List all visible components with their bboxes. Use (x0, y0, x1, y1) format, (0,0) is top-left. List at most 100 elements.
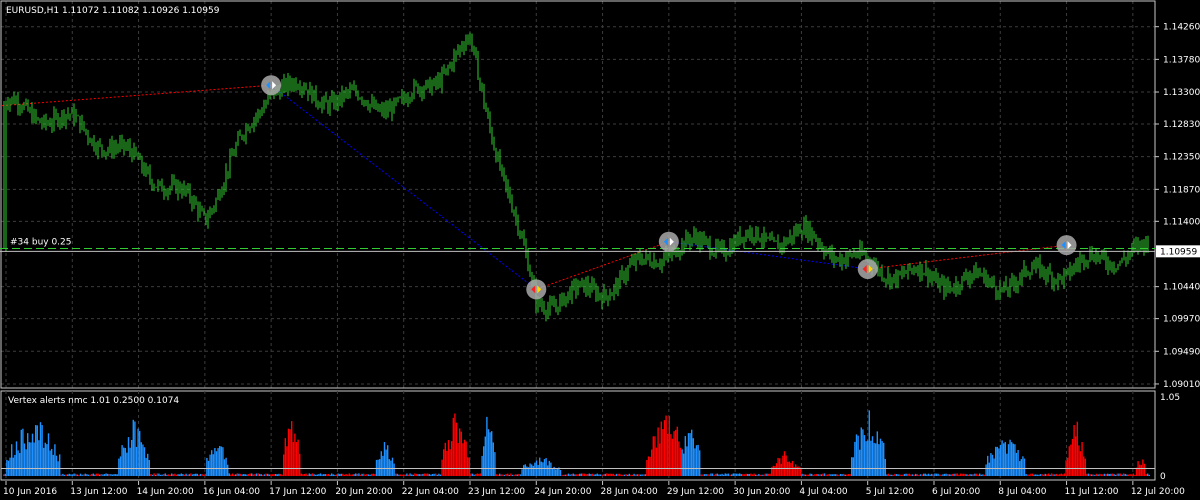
indicator-bar (878, 444, 880, 476)
indicator-bar (612, 473, 614, 476)
indicator-bar (713, 474, 715, 476)
indicator-bar (73, 473, 75, 476)
indicator-bar (94, 474, 96, 476)
indicator-bar (15, 441, 18, 476)
indicator-bar (636, 474, 638, 476)
indicator-bar (243, 474, 245, 476)
indicator-bar (422, 473, 424, 476)
indicator-bar (182, 474, 184, 476)
indicator-bar (270, 474, 272, 476)
indicator-bar (835, 474, 837, 476)
indicator-bar (71, 474, 74, 476)
indicator-bar (246, 474, 248, 476)
sell-marker[interactable] (857, 258, 878, 279)
indicator-bar (844, 474, 846, 476)
indicator-bar (355, 473, 357, 476)
indicator-bar (247, 473, 250, 476)
indicator-bar (1023, 458, 1026, 476)
indicator-bar (473, 474, 475, 476)
indicator-bar (839, 474, 842, 476)
indicator-bar (988, 462, 990, 476)
indicator-bar (588, 473, 590, 476)
indicator-bar (649, 456, 651, 476)
indicator-bar (471, 473, 474, 476)
indicator-bar (339, 474, 341, 476)
indicator-bar (281, 474, 283, 476)
indicator-bar (25, 449, 27, 476)
indicator-bar (343, 474, 346, 476)
chart-window[interactable]: EURUSD,H1 1.11072 1.11082 1.10926 1.1095… (0, 0, 1200, 500)
indicator-bar (539, 457, 541, 476)
price-scale[interactable]: 1.14260 1.13780 1.13300 1.12830 1.12350 1.118… (1155, 23, 1200, 390)
sell-marker[interactable] (526, 279, 547, 300)
indicator-bar (881, 441, 883, 476)
indicator-bar (521, 469, 523, 476)
indicator-bar (1020, 459, 1022, 476)
indicator-bar (164, 473, 166, 476)
indicator-bar (174, 473, 176, 476)
indicator-bar (225, 457, 227, 476)
indicator-bar (33, 442, 35, 476)
indicator-bar (345, 473, 347, 476)
indicator-bar (76, 474, 78, 476)
buy-marker[interactable] (1056, 235, 1077, 256)
indicator-bar (585, 474, 587, 476)
indicator-bar (92, 473, 94, 476)
buy-marker[interactable] (658, 231, 679, 252)
time-tick-label: 11 Jul 12:00 (1065, 487, 1119, 497)
indicator-bar (286, 446, 288, 476)
indicator-bar (49, 450, 51, 476)
indicator-bar (543, 459, 546, 476)
indicator-bar (190, 473, 192, 476)
time-axis[interactable]: 10 Jun 2016 13 Jun 12:00 14 Jun 20:00 16 Ju… (3, 481, 1185, 497)
indicator-bar (633, 473, 635, 476)
indicator-bar (105, 473, 107, 476)
indicator-bar (156, 473, 158, 476)
indicator-bar (158, 473, 160, 476)
indicator-bar (651, 449, 653, 476)
indicator-bar (825, 474, 827, 476)
indicator-bar (625, 474, 627, 476)
buy-marker[interactable] (261, 75, 282, 96)
indicator-bar (420, 474, 422, 476)
indicator-bar (1108, 474, 1110, 476)
indicator-bar (171, 473, 173, 476)
indicator-bar (836, 474, 838, 476)
indicator-bar (665, 415, 667, 476)
indicator-bar (641, 474, 643, 476)
indicator-bar (326, 474, 328, 476)
indicator-bar (435, 473, 437, 476)
indicator-bar (841, 474, 843, 476)
indicator-bar (887, 473, 890, 476)
indicator-bar (227, 464, 229, 476)
indicator-bar (1076, 421, 1078, 476)
indicator-bar (97, 473, 99, 476)
indicator-bar (1025, 474, 1027, 476)
indicator-bar (300, 473, 302, 476)
indicator-bar (902, 474, 904, 476)
indicator-bar (118, 458, 120, 476)
indicator-bar (183, 474, 186, 476)
indicator-bar (1033, 474, 1035, 476)
indicator-bar (511, 474, 514, 476)
indicator-bar (647, 456, 650, 476)
indicator-bar (134, 421, 136, 476)
indicator-bar (691, 429, 693, 476)
price-candles[interactable] (3, 32, 1149, 322)
indicator-bar (1097, 474, 1099, 476)
indicator-bar (724, 473, 726, 476)
time-tick-label: 30 Jun 20:00 (733, 487, 790, 497)
trend-line (1, 84, 272, 107)
indicator-bar (391, 457, 394, 476)
indicator-bar (1113, 474, 1115, 476)
indicator-bar (855, 434, 858, 476)
indicator-bar (297, 439, 299, 476)
indicator-bar (126, 452, 128, 476)
indicator-bar (719, 474, 722, 476)
indicator-bar (547, 465, 549, 476)
indicator-bar (305, 473, 307, 476)
indicator-bar (1081, 442, 1083, 476)
indicator-bar (721, 473, 723, 476)
indicator-bar (476, 473, 478, 476)
indicator-bar (564, 474, 566, 476)
